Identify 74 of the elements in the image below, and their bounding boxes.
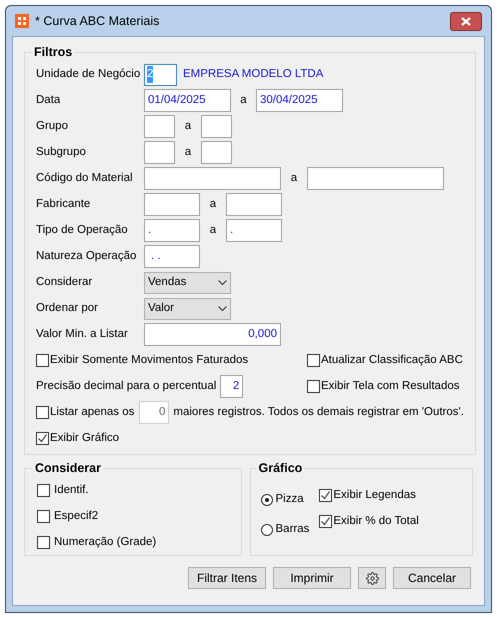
checkbox[interactable] (319, 489, 332, 502)
chevron-down-icon (218, 306, 227, 312)
radio-label: Barras (276, 522, 310, 538)
field-label: Valor Min. a Listar (36, 327, 129, 342)
settings-icon (366, 572, 378, 584)
input-field[interactable]: 2 (220, 375, 244, 398)
field-label: Unidade de Negócio (36, 67, 142, 82)
radio-button[interactable] (260, 524, 273, 536)
input-field[interactable] (144, 167, 281, 190)
field-label: Ordenar por (36, 301, 100, 316)
radio-label: Pizza (276, 492, 304, 508)
dialog-button[interactable]: Imprimir (273, 567, 351, 589)
field-label: Grupo (36, 119, 69, 134)
checkbox[interactable] (307, 354, 320, 368)
checkbox-label: Exibir Gráfico (50, 431, 120, 446)
input-field[interactable]: 01/04/2025 (144, 89, 231, 112)
checkbox[interactable] (307, 380, 320, 394)
checkbox[interactable] (37, 536, 50, 550)
field-label: Subgrupo (36, 145, 87, 160)
field-label: Precisão decimal para o percentual (36, 379, 216, 394)
input-field[interactable] (226, 193, 282, 216)
range-separator: a (290, 171, 298, 186)
input-field[interactable] (201, 141, 232, 164)
checkbox-label: Atualizar Classificação ABC (321, 353, 463, 368)
range-separator: a (239, 93, 248, 108)
input-field[interactable]: . (226, 219, 282, 242)
radio-button[interactable] (260, 494, 273, 506)
field-label: maiores registros. Todos os demais registrar em 'Outros'. (173, 405, 464, 420)
input-field[interactable] (201, 115, 232, 138)
close-icon (461, 16, 471, 26)
checkbox[interactable] (37, 484, 50, 498)
input-field[interactable] (144, 115, 175, 138)
input-field[interactable]: 30/04/2025 (256, 89, 343, 112)
checkbox[interactable] (36, 354, 49, 368)
dialog-button[interactable]: Filtrar Itens (188, 567, 266, 589)
checkbox-label: Listar apenas os (50, 405, 134, 420)
field-label: Data (36, 93, 62, 108)
range-separator: a (208, 223, 218, 238)
group-title: Filtros (33, 44, 74, 61)
field-label: Natureza Operação (36, 249, 138, 264)
checkbox-label: Especif2 (54, 509, 98, 524)
range-separator: a (184, 145, 192, 160)
group-title: Gráfico (258, 460, 304, 477)
checkbox-label: Numeração (Grade) (54, 535, 156, 550)
checkbox-label: Exibir Legendas (333, 488, 416, 504)
input-field[interactable]: . . (144, 245, 200, 268)
dialog-button[interactable]: Cancelar (393, 567, 471, 589)
checkbox-label: Exibir % do Total (333, 514, 419, 530)
range-separator: a (208, 197, 218, 212)
company-name: EMPRESA MODELO LTDA (183, 67, 324, 82)
input-field[interactable] (144, 193, 200, 216)
checkbox-label: Identif. (54, 483, 89, 498)
dropdown[interactable]: Valor (144, 298, 231, 320)
checkbox[interactable] (36, 432, 49, 446)
checkbox[interactable] (37, 510, 50, 524)
group-title: Considerar (34, 460, 102, 477)
checkbox-label: Exibir Somente Movimentos Faturados (50, 353, 248, 368)
checkbox-label: Exibir Tela com Resultados (321, 379, 460, 394)
field-label: Tipo de Operação (36, 223, 129, 238)
input-field[interactable]: . (144, 219, 200, 242)
field-label: Considerar (36, 275, 94, 290)
checkbox[interactable] (319, 515, 332, 528)
window-title: * Curva ABC Materiais (35, 12, 160, 30)
input-field[interactable] (144, 141, 175, 164)
field-label: Fabricante (36, 197, 92, 212)
app-logo-icon (15, 14, 29, 28)
chevron-down-icon (218, 280, 227, 286)
close-button[interactable] (450, 12, 482, 30)
dropdown[interactable]: Vendas (144, 272, 231, 294)
field-label: Código do Material (36, 171, 134, 186)
input-field[interactable]: 0,000 (144, 323, 281, 346)
settings-button[interactable] (358, 567, 386, 589)
range-separator: a (184, 119, 192, 134)
input-field[interactable] (307, 167, 444, 190)
